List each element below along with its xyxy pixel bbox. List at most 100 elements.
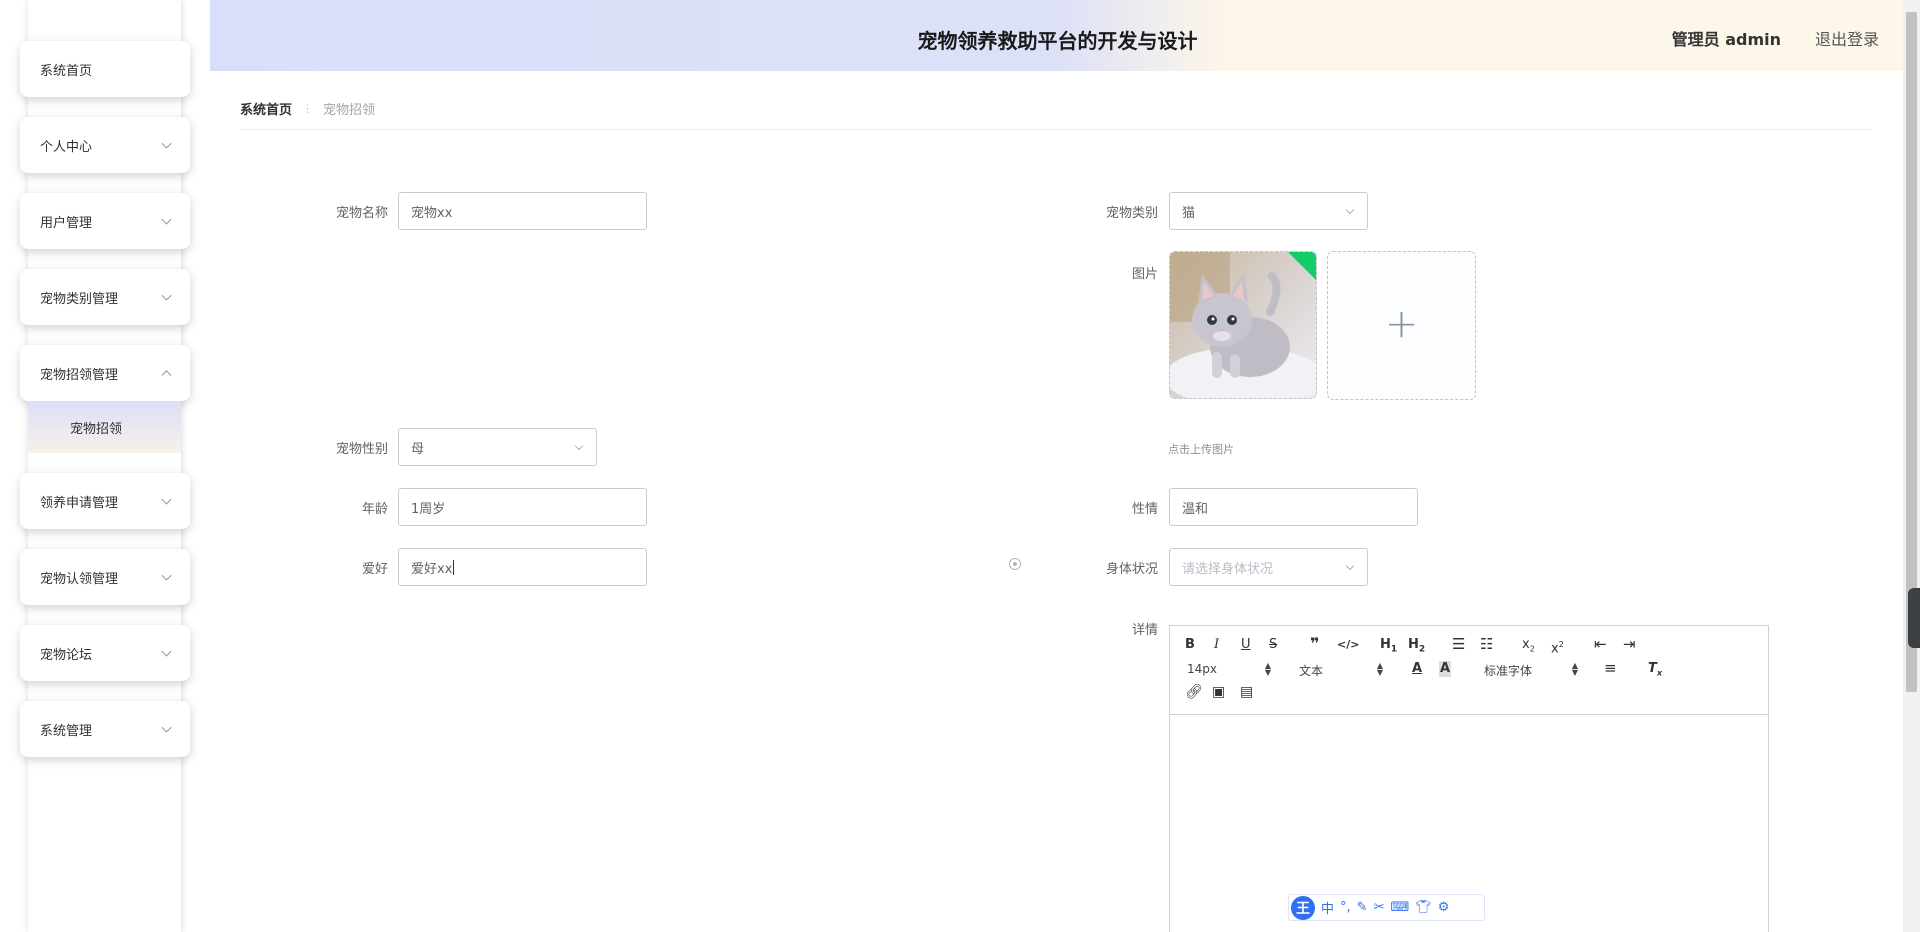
block-type-select[interactable]: 文本 ▲ ▼ bbox=[1299, 662, 1383, 679]
sidebar-item-pet-forum[interactable]: 宠物论坛 bbox=[20, 625, 190, 681]
sidebar-item-label: 领养申请管理 bbox=[40, 495, 119, 511]
ime-logo[interactable]: 王 bbox=[1291, 895, 1315, 920]
blockquote-icon[interactable]: ❞ bbox=[1310, 636, 1319, 652]
age-label: 年龄 bbox=[361, 502, 388, 517]
detail-label: 详情 bbox=[1131, 623, 1158, 638]
temperament-value: 温和 bbox=[1182, 501, 1209, 517]
sidebar-item-label: 系统管理 bbox=[40, 723, 93, 739]
align-icon[interactable]: ≡ bbox=[1604, 660, 1617, 676]
font-color-icon[interactable]: A bbox=[1412, 661, 1422, 677]
chevron-down-icon bbox=[161, 214, 172, 225]
settings-gear-icon[interactable]: ⚙ bbox=[1438, 900, 1450, 915]
chevron-down-icon bbox=[1345, 205, 1355, 215]
editor-toolbar: B I U S ❞ </> H1 H2 ☰ ☷ x2 x2 ⇤ ⇥ 14px ▲… bbox=[1170, 626, 1768, 715]
pet-category-value: 猫 bbox=[1182, 205, 1196, 221]
upload-tip: 点击上传图片 bbox=[1168, 443, 1234, 456]
submenu-item-pet-found[interactable]: 宠物招领 bbox=[28, 401, 181, 453]
text-caret bbox=[453, 559, 455, 575]
video-icon[interactable]: ▤ bbox=[1240, 684, 1253, 700]
current-user: 管理员 admin bbox=[1671, 30, 1781, 49]
background-color-icon[interactable]: A bbox=[1439, 661, 1452, 677]
keyboard-icon[interactable]: ⌨ bbox=[1390, 900, 1409, 915]
sidebar-item-label: 个人中心 bbox=[40, 139, 93, 155]
sidebar-item-label: 宠物论坛 bbox=[40, 647, 93, 663]
hobby-input[interactable]: 爱好xx bbox=[398, 548, 647, 586]
chevron-down-icon bbox=[161, 646, 172, 657]
pet-name-input[interactable]: 宠物xx bbox=[398, 192, 647, 230]
chevron-up-icon bbox=[161, 370, 172, 381]
font-family-select[interactable]: 标准字体 ▲ ▼ bbox=[1484, 662, 1578, 679]
top-header: 宠物领养救助平台的开发与设计 管理员 admin 退出登录 bbox=[210, 0, 1905, 71]
sidebar-item-pet-found-management[interactable]: 宠物招领管理 bbox=[20, 345, 190, 401]
age-value: 1周岁 bbox=[411, 501, 446, 517]
link-icon[interactable]: 🔗︎ bbox=[1185, 684, 1203, 700]
image-label: 图片 bbox=[1131, 267, 1158, 282]
heading-2-icon[interactable]: H2 bbox=[1408, 637, 1425, 658]
block-type-value: 文本 bbox=[1299, 664, 1324, 678]
clear-format-icon[interactable]: Tx bbox=[1648, 661, 1662, 682]
indent-icon[interactable]: ⇥ bbox=[1623, 636, 1636, 652]
kitten-photo bbox=[1170, 252, 1316, 398]
sidebar-item-user-management[interactable]: 用户管理 bbox=[20, 193, 190, 249]
pet-gender-select[interactable]: 母 bbox=[398, 428, 597, 466]
sidebar-item-personal-center[interactable]: 个人中心 bbox=[20, 117, 190, 173]
temperament-input[interactable]: 温和 bbox=[1169, 488, 1418, 526]
sidebar-item-pet-category-management[interactable]: 宠物类别管理 bbox=[20, 269, 190, 325]
pet-name-value: 宠物xx bbox=[411, 205, 453, 221]
bullet-list-icon[interactable]: ☷ bbox=[1480, 636, 1493, 652]
chevron-down-icon bbox=[161, 290, 172, 301]
outdent-icon[interactable]: ⇤ bbox=[1594, 636, 1607, 652]
up-down-icon: ▲ ▼ bbox=[1264, 661, 1271, 677]
hobby-value: 爱好xx bbox=[411, 561, 453, 577]
sidebar-item-system-management[interactable]: 系统管理 bbox=[20, 701, 190, 757]
ime-toolbar: 王 中 °, ✎ ✂ ⌨ 👕︎ ⚙ bbox=[1288, 894, 1485, 921]
sidebar-item-adoption-application[interactable]: 领养申请管理 bbox=[20, 473, 190, 529]
heading-1-icon[interactable]: H1 bbox=[1380, 637, 1397, 658]
age-input[interactable]: 1周岁 bbox=[398, 488, 647, 526]
temperament-label: 性情 bbox=[1131, 502, 1158, 517]
health-select[interactable]: 请选择身体状况 bbox=[1169, 548, 1368, 586]
skin-icon[interactable]: 👕︎ bbox=[1415, 900, 1432, 915]
breadcrumb-separator-icon: ⋮ bbox=[302, 102, 314, 115]
image-upload-button[interactable]: + bbox=[1327, 251, 1476, 400]
font-size-value: 14px bbox=[1187, 662, 1217, 676]
chevron-down-icon bbox=[161, 570, 172, 581]
app-title: 宠物领养救助平台的开发与设计 bbox=[917, 29, 1198, 53]
pet-gender-value: 母 bbox=[411, 441, 425, 457]
underline-icon[interactable]: U bbox=[1241, 637, 1251, 653]
logout-link[interactable]: 退出登录 bbox=[1815, 26, 1879, 50]
divider bbox=[240, 129, 1872, 130]
superscript-icon[interactable]: x2 bbox=[1551, 637, 1564, 657]
health-placeholder: 请选择身体状况 bbox=[1182, 561, 1274, 577]
pet-category-label: 宠物类别 bbox=[1105, 206, 1158, 221]
ime-chinese-mode[interactable]: 中 bbox=[1321, 898, 1334, 917]
subscript-icon[interactable]: x2 bbox=[1522, 637, 1535, 658]
ordered-list-icon[interactable]: ☰ bbox=[1452, 636, 1465, 652]
pen-icon[interactable]: ✎ bbox=[1357, 900, 1368, 915]
strikethrough-icon[interactable]: S bbox=[1269, 637, 1277, 653]
image-icon[interactable]: ▣ bbox=[1212, 684, 1225, 700]
clear-icon[interactable] bbox=[1009, 558, 1021, 570]
pet-category-select[interactable]: 猫 bbox=[1169, 192, 1368, 230]
pet-name-label: 宠物名称 bbox=[335, 206, 388, 221]
sidebar-item-label: 宠物类别管理 bbox=[40, 291, 119, 307]
punctuation-icon[interactable]: °, bbox=[1340, 900, 1351, 915]
bold-icon[interactable]: B bbox=[1185, 637, 1195, 653]
code-block-icon[interactable]: </> bbox=[1337, 637, 1359, 653]
chevron-down-icon bbox=[1345, 561, 1355, 571]
font-family-value: 标准字体 bbox=[1484, 664, 1533, 678]
hobby-label: 爱好 bbox=[361, 562, 388, 577]
submenu-item-label: 宠物招领 bbox=[70, 421, 123, 437]
uploaded-pet-image[interactable] bbox=[1169, 251, 1317, 399]
page-scrollbar[interactable] bbox=[1903, 0, 1920, 932]
sidebar-item-label: 宠物认领管理 bbox=[40, 571, 119, 587]
sidebar-item-pet-claim-management[interactable]: 宠物认领管理 bbox=[20, 549, 190, 605]
font-size-select[interactable]: 14px ▲ ▼ bbox=[1187, 661, 1271, 677]
sidebar-item-home[interactable]: 系统首页 bbox=[20, 41, 190, 97]
italic-icon[interactable]: I bbox=[1214, 637, 1219, 653]
health-label: 身体状况 bbox=[1105, 562, 1158, 577]
scissors-icon[interactable]: ✂ bbox=[1374, 900, 1385, 915]
breadcrumb-home[interactable]: 系统首页 bbox=[240, 99, 292, 118]
side-floating-tab[interactable] bbox=[1908, 588, 1920, 648]
detail-rich-text-editor: B I U S ❞ </> H1 H2 ☰ ☷ x2 x2 ⇤ ⇥ 14px ▲… bbox=[1169, 625, 1769, 932]
